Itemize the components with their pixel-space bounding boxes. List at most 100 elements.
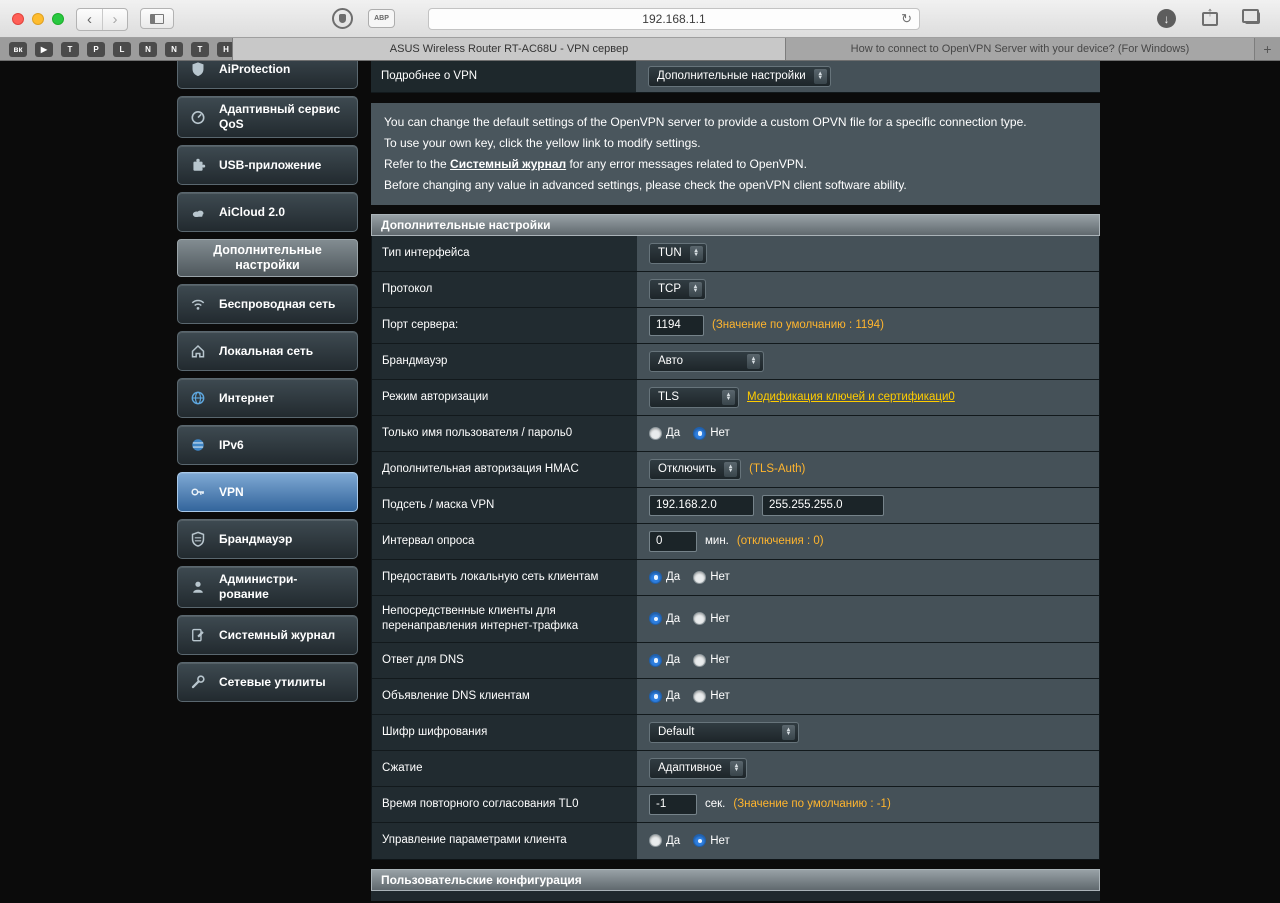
zoom-button[interactable]: [52, 13, 64, 25]
protocol-select[interactable]: TCP: [649, 278, 706, 300]
sidebar-item-aicloud[interactable]: AiCloud 2.0: [177, 192, 358, 232]
row-label: Предоставить локальную сеть клиентам: [372, 559, 637, 595]
sidebar-section-advanced: Дополнительные настройки: [177, 239, 358, 277]
row-label: Режим авторизации: [372, 379, 637, 415]
extension-shield-icon[interactable]: [332, 8, 353, 29]
table-row: Режим авторизации TLS Модификация ключей…: [372, 379, 1099, 416]
table-row: Шифр шифрования Default: [372, 714, 1099, 751]
sidebar-item-aiprotection[interactable]: AiProtection: [177, 61, 358, 89]
close-button[interactable]: [12, 13, 24, 25]
bookmark-t[interactable]: T: [61, 41, 79, 57]
table-row: Только имя пользователя / пароль0 Да Нет: [372, 415, 1099, 452]
share-icon[interactable]: ↑: [1202, 4, 1218, 26]
sidebar-item-vpn[interactable]: VPN: [177, 472, 358, 512]
description-line: Refer to the Системный журнал for any er…: [384, 156, 807, 171]
unit-label: сек.: [705, 798, 726, 811]
back-button[interactable]: ‹: [77, 9, 102, 30]
log-pencil-icon: [185, 622, 211, 648]
compression-select[interactable]: Адаптивное: [649, 757, 747, 779]
new-tab-button[interactable]: +: [1254, 38, 1280, 60]
forward-button[interactable]: ›: [102, 9, 127, 30]
bookmark-vk[interactable]: вк: [9, 41, 27, 57]
bookmark-t2[interactable]: T: [191, 41, 209, 57]
system-log-link[interactable]: Системный журнал: [450, 157, 566, 171]
tab-openvpn-help[interactable]: How to connect to OpenVPN Server with yo…: [785, 38, 1254, 60]
bookmark-n2[interactable]: N: [165, 41, 183, 57]
sidebar-item-lan[interactable]: Локальная сеть: [177, 331, 358, 371]
radio-yes[interactable]: [649, 612, 662, 626]
refresh-icon[interactable]: [901, 11, 912, 27]
radio-yes[interactable]: [649, 834, 662, 848]
address-bar[interactable]: 192.168.1.1: [428, 8, 920, 30]
sidebar-item-network-tools[interactable]: Сетевые утилиты: [177, 662, 358, 702]
sidebar-item-ipv6[interactable]: IPv6: [177, 425, 358, 465]
radio-yes[interactable]: [649, 426, 662, 440]
minimize-button[interactable]: [32, 13, 44, 25]
table-row: Ответ для DNS Да Нет: [372, 642, 1099, 679]
dns-response-radio[interactable]: Да Нет: [649, 653, 739, 667]
table-row: Протокол TCP: [372, 271, 1099, 308]
firewall-select[interactable]: Авто: [649, 350, 764, 372]
row-label: Сжатие: [372, 750, 637, 786]
bookmark-youtube[interactable]: ▶: [35, 41, 53, 57]
sidebar-item-system-log[interactable]: Системный журнал: [177, 615, 358, 655]
vpn-details-select[interactable]: Дополнительные настройки: [648, 65, 831, 87]
radio-yes[interactable]: [649, 570, 662, 584]
table-row: Дополнительная авторизация HMAC Отключит…: [372, 451, 1099, 488]
wifi-icon: [185, 291, 211, 317]
sidebar-toggle-button[interactable]: [140, 8, 174, 29]
tab-router-admin[interactable]: ASUS Wireless Router RT-AC68U - VPN серв…: [232, 38, 785, 60]
cipher-select[interactable]: Default: [649, 721, 799, 743]
renegotiate-time-input[interactable]: [649, 793, 697, 815]
table-row: Брандмауэр Авто: [372, 343, 1099, 380]
manage-client-radio[interactable]: Да Нет: [649, 834, 739, 848]
house-icon: [185, 338, 211, 364]
table-row: Объявление DNS клиентам Да Нет: [372, 678, 1099, 715]
username-password-radio[interactable]: Да Нет: [649, 426, 739, 440]
dns-advertise-radio[interactable]: Да Нет: [649, 689, 739, 703]
server-port-input[interactable]: [649, 314, 704, 336]
bookmark-p[interactable]: P: [87, 41, 105, 57]
vpn-settings-panel: Подробнее о VPN Дополнительные настройки…: [371, 61, 1100, 901]
sidebar-item-wireless[interactable]: Беспроводная сеть: [177, 284, 358, 324]
sidebar-item-qos[interactable]: Адаптивный сервис QoS: [177, 96, 358, 138]
advanced-settings-header: Дополнительные настройки: [371, 213, 1100, 236]
tab-overview-icon[interactable]: [1242, 9, 1260, 24]
radio-yes[interactable]: [649, 689, 662, 703]
poll-note: (отключения : 0): [736, 535, 824, 548]
table-row: Время повторного согласования TL0 сек. (…: [372, 786, 1099, 823]
vpn-mask-input[interactable]: [762, 494, 884, 516]
poll-interval-input[interactable]: [649, 530, 697, 552]
shield-icon: [185, 61, 211, 82]
radio-no[interactable]: [693, 834, 707, 848]
adblock-badge[interactable]: ABP: [368, 9, 395, 28]
row-label: Порт сервера:: [372, 307, 637, 343]
radio-no[interactable]: [693, 689, 707, 703]
row-label: Подсеть / маска VPN: [372, 487, 637, 523]
sidebar-item-internet[interactable]: Интернет: [177, 378, 358, 418]
keys-certificates-link[interactable]: Модификация ключей и сертификаци0: [747, 391, 955, 403]
radio-no[interactable]: [693, 612, 707, 626]
sidebar-item-usb-app[interactable]: USB-приложение: [177, 145, 358, 185]
hmac-auth-select[interactable]: Отключить: [649, 458, 742, 480]
tls-auth-note: (TLS-Auth): [749, 463, 806, 476]
sidebar-item-firewall[interactable]: Брандмауэр: [177, 519, 358, 559]
interface-type-select[interactable]: TUN: [649, 242, 707, 264]
tab-bar: вк ▶ T P L N N T H ASUS Wireless Router …: [0, 38, 1280, 61]
redirect-internet-radio[interactable]: Да Нет: [649, 612, 739, 626]
description-line: Before changing any value in advanced se…: [384, 177, 907, 192]
sidebar-item-administration[interactable]: Администри-рование: [177, 566, 358, 608]
select-stepper-icon: [747, 353, 760, 369]
vpn-subnet-input[interactable]: [649, 494, 754, 516]
radio-no[interactable]: [693, 653, 707, 667]
radio-no[interactable]: [693, 426, 707, 440]
downloads-icon[interactable]: [1157, 9, 1176, 28]
bookmark-l[interactable]: L: [113, 41, 131, 57]
nav-buttons: ‹ ›: [76, 8, 128, 31]
radio-yes[interactable]: [649, 653, 662, 667]
radio-no[interactable]: [693, 570, 707, 584]
auth-mode-select[interactable]: TLS: [649, 386, 739, 408]
push-lan-radio[interactable]: Да Нет: [649, 570, 739, 584]
bookmark-n1[interactable]: N: [139, 41, 157, 57]
gauge-icon: [185, 104, 211, 130]
